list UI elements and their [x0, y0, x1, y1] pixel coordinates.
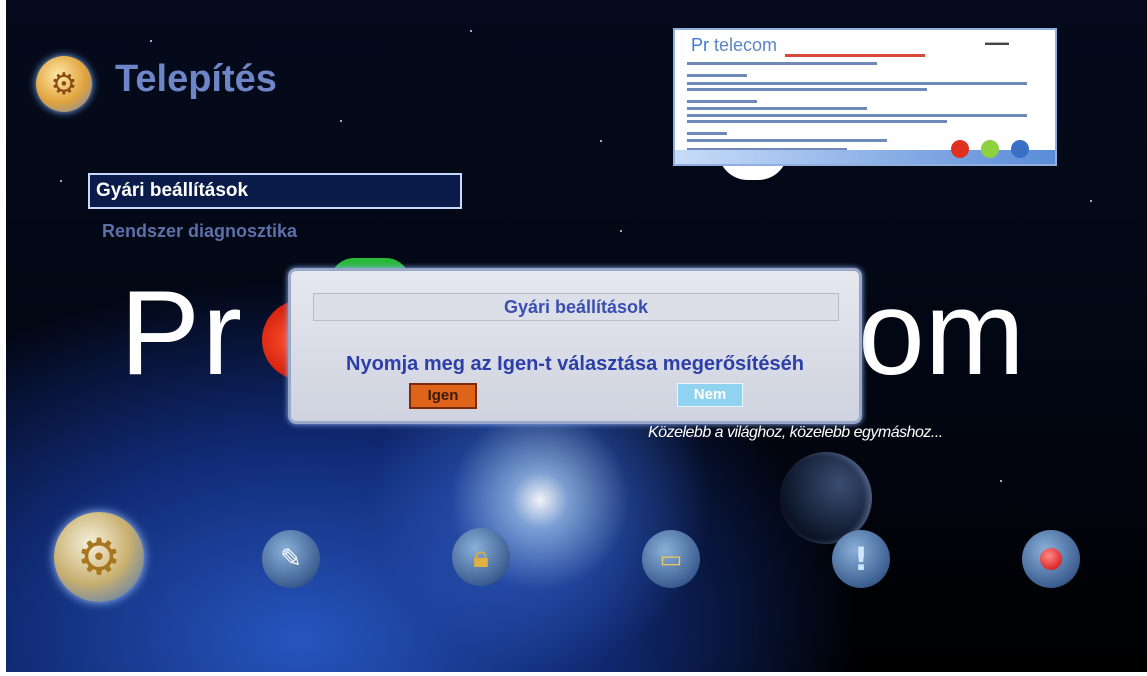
thumbnail-text-line — [687, 139, 887, 142]
star — [1000, 480, 1002, 482]
record-icon[interactable] — [1022, 530, 1080, 588]
confirm-dialog: Gyári beállítások Nyomja meg az Igen-t v… — [288, 268, 862, 424]
info-icon[interactable]: ! — [832, 530, 890, 588]
thumbnail-text-line — [687, 100, 757, 103]
thumbnail-text-line — [687, 120, 947, 123]
star — [60, 180, 62, 182]
thumbnail-text-line — [687, 88, 927, 91]
lock-icon[interactable]: 🔒︎ — [452, 528, 510, 586]
star — [470, 30, 472, 32]
record-dot — [1040, 548, 1062, 570]
thumbnail-text-line — [687, 114, 1027, 117]
star — [600, 140, 602, 142]
star — [1090, 200, 1092, 202]
dialog-message: Nyomja meg az Igen-t választása megerősí… — [346, 353, 804, 375]
brand-text-right: om — [858, 266, 1025, 400]
brand-slogan: Közelebb a világhoz, közelebb egymáshoz.… — [648, 424, 943, 441]
screen: Pr om Közelebb a világhoz, közelebb egym… — [0, 0, 1147, 676]
thumbnail-red-dot-icon — [951, 140, 969, 158]
dialog-title: Gyári beállítások — [313, 293, 839, 321]
preview-thumbnail: Pr telecom ▬▬▬ — [673, 28, 1057, 166]
settings-gear-icon: ⚙ — [36, 56, 92, 112]
yes-button[interactable]: Igen — [409, 383, 477, 409]
thumbnail-phone-icon — [1011, 140, 1029, 158]
brand-text-left: Pr — [120, 266, 244, 400]
star — [340, 120, 342, 122]
thumbnail-text-line — [785, 54, 925, 57]
star — [620, 230, 622, 232]
thumbnail-green-dot-icon — [981, 140, 999, 158]
thumbnail-text-line — [687, 107, 867, 110]
no-button[interactable]: Nem — [677, 383, 743, 407]
page-title: Telepítés — [115, 58, 277, 100]
thumbnail-text-line — [687, 82, 1027, 85]
frame-bottom-edge — [0, 672, 1147, 676]
thumbnail-text-line — [687, 74, 747, 77]
settings-gear-icon[interactable]: ⚙ — [54, 512, 144, 602]
menu-item-system-diagnostics[interactable]: Rendszer diagnosztika — [102, 221, 297, 242]
thumbnail-text-line — [687, 62, 877, 65]
smartcard-icon[interactable]: ▭ — [642, 530, 700, 588]
thumbnail-link-decoration: ▬▬▬ — [985, 38, 1009, 47]
menu-item-factory-settings[interactable]: Gyári beállítások — [88, 173, 462, 209]
star — [150, 40, 152, 42]
thumbnail-text-line — [687, 132, 727, 135]
thumbnail-brand: Pr telecom — [691, 35, 778, 55]
tools-icon[interactable]: ✎ — [262, 530, 320, 588]
frame-left-edge — [0, 0, 6, 676]
